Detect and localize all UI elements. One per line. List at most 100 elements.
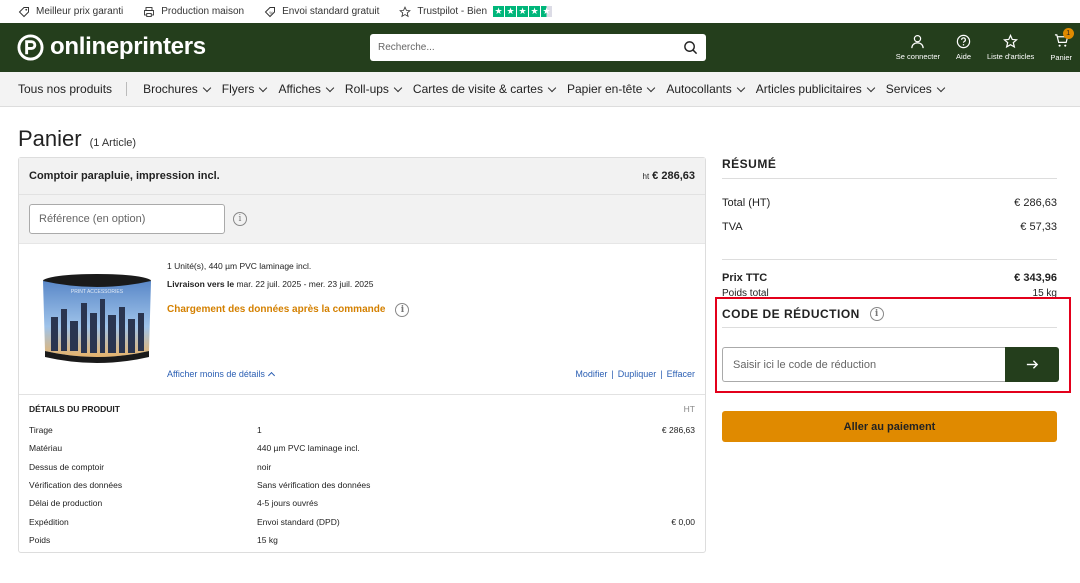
modify-link[interactable]: Modifier [575, 369, 607, 379]
chevron-down-icon [736, 83, 745, 92]
product-details: DÉTAILS DU PRODUIT HT Tirage 1 € 286,63 Ma… [19, 394, 705, 549]
wishlist-label: Liste d'articles [987, 52, 1035, 61]
nav-label: Brochures [143, 82, 198, 96]
benefit-label: Envoi standard gratuit [282, 6, 380, 17]
chevron-down-icon [202, 83, 212, 92]
info-icon[interactable]: i [395, 303, 410, 317]
cart-item-header: Comptoir parapluie, impression incl. ht €… [19, 158, 705, 195]
summary-label: Total (HT) [722, 197, 771, 209]
duplicate-link[interactable]: Dupliquer [618, 369, 657, 379]
logo-text: onlineprinters [50, 33, 206, 60]
nav-services[interactable]: Services [885, 82, 946, 96]
benefit-production: Production maison [143, 6, 244, 18]
detail-value: Sans vérification des données [257, 480, 371, 491]
detail-key: Poids [29, 534, 51, 545]
detail-value: 15 kg [257, 534, 278, 545]
price-tag-icon [18, 6, 29, 17]
summary-row-ttc: Prix TTC € 343,96 [722, 259, 1057, 284]
delivery-dates: mar. 22 juil. 2025 - mer. 23 juil. 2025 [236, 279, 374, 289]
benefits-bar: Meilleur prix garanti Production maison … [0, 0, 1080, 23]
details-title: DÉTAILS DU PRODUIT [29, 404, 120, 414]
summary-value: € 57,33 [1020, 221, 1057, 233]
nav-label: Articles publicitaires [755, 82, 862, 96]
detail-row: Expédition Envoi standard (DPD) € 0,00 [29, 512, 695, 530]
help-button[interactable]: Aide [948, 23, 979, 72]
discount-title: CODE DE RÉDUCTION i [722, 307, 1057, 328]
benefit-best-price: Meilleur prix garanti [18, 6, 123, 18]
search-icon[interactable] [683, 40, 698, 55]
info-icon[interactable]: i [869, 307, 884, 321]
cart-button[interactable]: 1 Panier [1042, 23, 1080, 72]
nav-autocollants[interactable]: Autocollants [666, 82, 745, 96]
star-icon: ★ [505, 6, 517, 17]
wishlist-button[interactable]: Liste d'articles [979, 23, 1042, 72]
cart-count-badge: 1 [1062, 28, 1074, 39]
summary-row-total-ht: Total (HT) € 286,63 [722, 197, 1057, 209]
summary-value: € 343,96 [1014, 272, 1057, 284]
trustpilot-rating[interactable]: Trustpilot - Bien ★ ★ ★ ★ ★ [399, 5, 553, 18]
chevron-up-icon [267, 371, 275, 380]
site-logo[interactable]: onlineprinters [17, 33, 206, 61]
star-icon [1003, 34, 1019, 49]
nav-brochures[interactable]: Brochures [143, 82, 212, 96]
reference-row: Référence (en option) i [19, 195, 705, 244]
nav-label: Cartes de visite & cartes [412, 82, 543, 96]
nav-cartes[interactable]: Cartes de visite & cartes [412, 82, 557, 96]
nav-articles-publicitaires[interactable]: Articles publicitaires [755, 82, 876, 96]
nav-label: Papier en-tête [566, 82, 643, 96]
star-icon: ★ [493, 6, 505, 17]
detail-value: Envoi standard (DPD) [257, 516, 340, 527]
separator: | [611, 369, 614, 379]
chevron-down-icon [936, 83, 946, 92]
delete-link[interactable]: Effacer [667, 369, 695, 379]
detail-value: noir [257, 461, 272, 472]
nav-label: Flyers [221, 82, 255, 96]
reference-input[interactable]: Référence (en option) [29, 204, 225, 234]
nav-label: Services [885, 82, 932, 96]
toggle-details-link[interactable]: Afficher moins de détails [167, 369, 275, 380]
details-header: DÉTAILS DU PRODUIT HT [29, 404, 695, 414]
discount-title-text: CODE DE RÉDUCTION [722, 307, 860, 321]
trustpilot-stars: ★ ★ ★ ★ ★ [493, 6, 553, 17]
info-icon[interactable]: i [233, 212, 247, 226]
detail-value: 4-5 jours ouvrés [257, 498, 318, 509]
login-button[interactable]: Se connecter [888, 23, 948, 72]
detail-key: Tirage [29, 425, 53, 436]
detail-row: Poids 15 kg [29, 531, 695, 549]
cart-label: Panier [1050, 53, 1072, 62]
item-actions: Modifier | Dupliquer | Effacer [575, 369, 695, 379]
nav-all-products[interactable]: Tous nos produits [18, 82, 128, 96]
detail-key: Vérification des données [29, 480, 123, 491]
site-header: onlineprinters Recherche... Se connecter… [0, 23, 1080, 72]
nav-label: Autocollants [666, 82, 732, 96]
nav-label: Affiches [278, 82, 321, 96]
summary-label: TVA [722, 221, 743, 233]
product-summary: 1 Unité(s), 440 µm PVC laminage incl. [167, 261, 312, 271]
discount-placeholder: Saisir ici le code de réduction [733, 358, 877, 371]
detail-value: 1 [257, 425, 262, 436]
separator: | [660, 369, 663, 379]
chevron-down-icon [547, 83, 557, 92]
nav-roll-ups[interactable]: Roll-ups [345, 82, 403, 96]
nav-flyers[interactable]: Flyers [221, 82, 268, 96]
arrow-right-icon [1026, 360, 1038, 369]
order-summary: RÉSUMÉ Total (HT) € 286,63 TVA € 57,33 Pri… [722, 157, 1057, 299]
detail-key: Matériau [29, 443, 63, 454]
summary-row-tva: TVA € 57,33 [722, 221, 1057, 247]
product-price: ht € 286,63 [643, 170, 696, 182]
checkout-button[interactable]: Aller au paiement [722, 411, 1057, 442]
chevron-down-icon [647, 83, 656, 92]
discount-code-input[interactable]: Saisir ici le code de réduction [722, 347, 1005, 382]
nav-affiches[interactable]: Affiches [278, 82, 335, 96]
star-icon: ★ [517, 6, 529, 17]
search-input[interactable]: Recherche... [370, 34, 706, 61]
svg-text:PRINT ACCESSORIES: PRINT ACCESSORIES [71, 289, 124, 295]
cart-item: Comptoir parapluie, impression incl. ht €… [18, 157, 706, 553]
detail-price: € 286,63 [661, 425, 695, 436]
apply-discount-button[interactable] [1005, 347, 1059, 382]
nav-papier[interactable]: Papier en-tête [566, 82, 656, 96]
chevron-down-icon [259, 83, 268, 92]
star-icon: ★ [529, 6, 541, 17]
detail-row: Tirage 1 € 286,63 [29, 421, 695, 439]
detail-row: Vérification des données Sans vérificatio… [29, 476, 695, 494]
